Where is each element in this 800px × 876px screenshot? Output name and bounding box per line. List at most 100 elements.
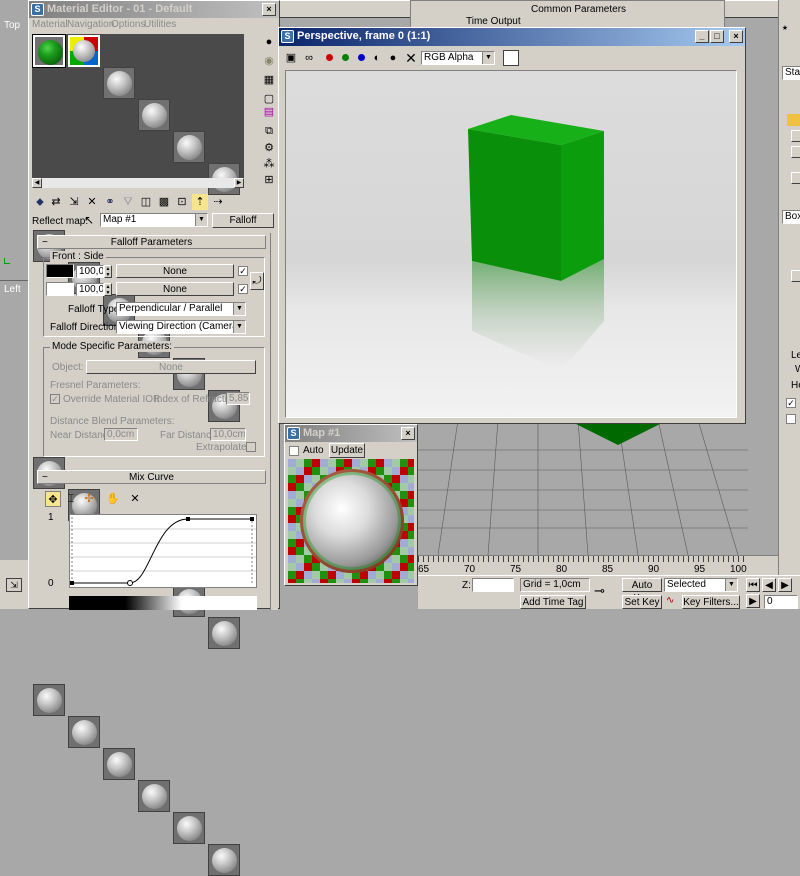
scroll-left-icon[interactable]: ◀ (32, 178, 42, 188)
sample-slot[interactable] (138, 99, 170, 131)
front-spinner[interactable]: ▲ ▼ (104, 265, 112, 278)
panel-field-box[interactable]: Box (782, 210, 800, 224)
mix-curve-graph[interactable] (69, 514, 257, 588)
front-amount-field[interactable]: 100,0 (76, 265, 104, 278)
rollout-scrollbar[interactable] (270, 233, 278, 610)
falloff-direction-dropdown[interactable]: Viewing Direction (Camera Z-Axis) ▼ (116, 320, 246, 334)
front-map-checkbox[interactable]: ✓ (238, 266, 248, 276)
menu-material[interactable]: Material (32, 19, 68, 30)
close-icon[interactable]: × (729, 30, 743, 43)
go-to-start-icon[interactable]: ⏮ (746, 578, 760, 592)
add-point-icon[interactable]: ✢ (81, 491, 97, 507)
key-set-dropdown[interactable]: Selected ▼ (664, 578, 738, 592)
put-to-scene-icon[interactable]: ⇄ (48, 194, 64, 210)
sample-slot[interactable] (32, 34, 66, 68)
set-key-button[interactable]: Set Key (622, 595, 662, 609)
panel-checkbox-2[interactable] (786, 414, 796, 424)
side-map-checkbox[interactable]: ✓ (238, 284, 248, 294)
sample-slot[interactable] (33, 684, 65, 716)
scale-point-icon[interactable]: ⌶ (63, 491, 79, 507)
side-map-button[interactable]: None (116, 282, 234, 296)
clear-icon[interactable]: ✕ (403, 50, 419, 66)
render-canvas[interactable] (285, 70, 737, 418)
map-name-dropdown[interactable]: Map #1 ▼ (100, 213, 208, 227)
channel-dropdown[interactable]: RGB Alpha ▼ (421, 51, 495, 65)
map-window-titlebar[interactable]: S Map #1 × (285, 425, 417, 442)
sample-slot[interactable] (208, 617, 240, 649)
panel-button-1[interactable] (791, 130, 800, 142)
play-icon[interactable]: ▶ (778, 578, 792, 592)
sample-slot[interactable] (103, 67, 135, 99)
select-by-material-icon[interactable]: ⁂ (261, 156, 277, 172)
close-icon[interactable]: × (401, 427, 415, 440)
green-channel-icon[interactable] (337, 50, 353, 66)
sample-slot[interactable] (68, 716, 100, 748)
save-icon[interactable]: ▣ (283, 50, 299, 66)
sample-type-icon[interactable]: ● (261, 34, 277, 50)
time-output-label[interactable]: Time Output (466, 16, 521, 27)
blue-channel-icon[interactable] (353, 50, 369, 66)
panel-button-3[interactable] (791, 172, 800, 184)
alpha-channel-icon[interactable]: ◐ (369, 50, 385, 66)
perspective-viewport[interactable] (418, 420, 748, 555)
color-swatch[interactable] (503, 50, 519, 66)
create-icon[interactable]: ⭑ (782, 22, 798, 36)
timeline[interactable]: 65 70 75 80 85 90 95 100 (418, 555, 778, 575)
viewport-label-left[interactable]: Left (4, 284, 21, 295)
next-frame-icon[interactable]: ▶ (746, 594, 760, 608)
show-map-icon[interactable]: ▩ (156, 194, 172, 210)
viewport-label-top[interactable]: Top (4, 20, 20, 31)
red-channel-icon[interactable] (321, 50, 337, 66)
show-end-result-icon[interactable]: ⊡ (174, 194, 190, 210)
object-pick-button[interactable]: None (86, 360, 256, 374)
monochrome-icon[interactable]: ● (385, 50, 401, 66)
key-filters-button[interactable]: Key Filters... (682, 595, 740, 609)
panel-button-4[interactable] (791, 270, 800, 282)
common-parameters-label[interactable]: Common Parameters (531, 4, 626, 15)
move-icon[interactable]: ✥ (45, 491, 61, 507)
panel-button-2[interactable] (791, 146, 800, 158)
material-effects-icon[interactable]: ◫ (138, 194, 154, 210)
go-forward-sibling-icon[interactable]: ⇢ (210, 194, 226, 210)
delete-point-icon[interactable]: ✕ (127, 491, 143, 507)
side-spinner[interactable]: ▲ ▼ (104, 283, 112, 296)
clone-icon[interactable]: ∞ (301, 50, 317, 66)
mix-curve-rollout-header[interactable]: − Mix Curve (37, 470, 266, 484)
get-material-icon[interactable]: ⬥ (32, 194, 48, 210)
menu-utilities[interactable]: Utilities (144, 19, 176, 30)
side-color-swatch[interactable] (46, 282, 74, 296)
swap-colors-icon[interactable]: ⤾ (250, 272, 264, 290)
material-editor-titlebar[interactable]: S Material Editor - 01 - Default × (29, 1, 279, 18)
zoom-extents-icon[interactable]: ⇲ (6, 578, 22, 592)
sample-slot[interactable] (173, 812, 205, 844)
panel-swatch-yellow[interactable] (787, 114, 800, 126)
key-icon[interactable]: ⊸ (594, 584, 614, 598)
assign-material-icon[interactable]: ⇲ (66, 194, 82, 210)
panel-checkbox-1[interactable]: ✓ (786, 398, 796, 408)
background-icon[interactable]: ▦ (261, 72, 277, 88)
override-ior-checkbox[interactable]: ✓ (50, 394, 60, 404)
far-distance-field[interactable]: 10,0cm (210, 428, 246, 441)
maximize-icon[interactable]: □ (710, 30, 724, 43)
update-button[interactable]: Update (329, 443, 365, 458)
sample-slot[interactable] (208, 844, 240, 876)
key-mode-icon[interactable]: ∿ (666, 595, 680, 609)
front-color-swatch[interactable] (46, 264, 74, 278)
falloff-rollout-header[interactable]: − Falloff Parameters (37, 235, 266, 249)
backlight-icon[interactable]: ◉ (261, 53, 277, 69)
pan-icon[interactable]: ✋ (105, 491, 121, 507)
ior-field[interactable]: 5,85 (226, 392, 250, 405)
panel-field-stan[interactable]: Stan (782, 66, 800, 80)
reset-icon[interactable]: ✕ (84, 194, 100, 210)
slot-scrollbar[interactable]: ◀ ▶ (32, 178, 244, 188)
options-icon[interactable]: ⚙ (261, 140, 277, 156)
go-to-parent-icon[interactable]: ⇡ (192, 194, 208, 210)
extrapolate-checkbox[interactable] (246, 442, 256, 452)
front-map-button[interactable]: None (116, 264, 234, 278)
close-icon[interactable]: × (262, 3, 276, 16)
make-preview-icon[interactable]: ⧉ (261, 123, 277, 139)
material-navigator-icon[interactable]: ⊞ (261, 172, 277, 188)
sample-slot[interactable] (138, 780, 170, 812)
map-type-button[interactable]: Falloff (212, 213, 274, 228)
auto-key-button[interactable]: Auto Key (622, 578, 662, 604)
